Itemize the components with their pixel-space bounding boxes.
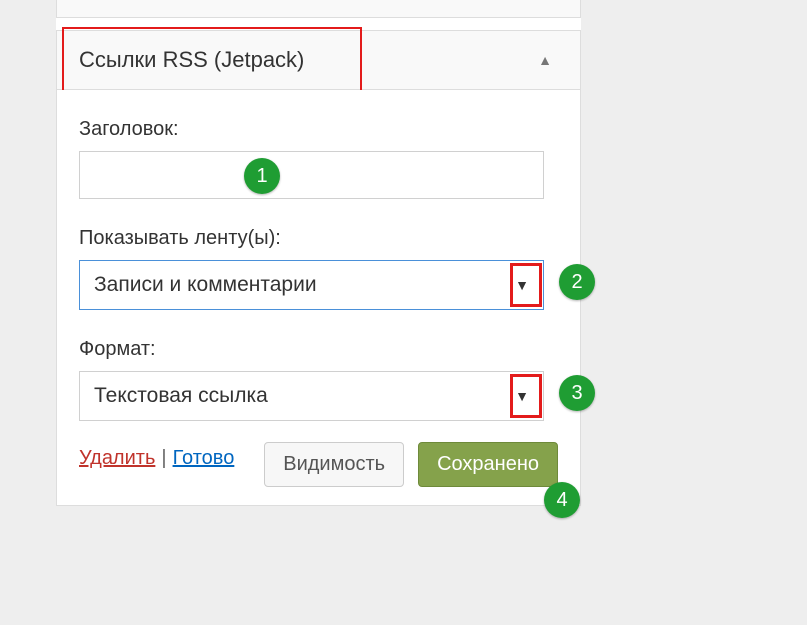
- widget-body: Заголовок: 1 Показывать ленту(ы): Записи…: [56, 90, 581, 506]
- collapse-icon[interactable]: ▲: [538, 52, 552, 68]
- title-field-group: Заголовок: 1: [79, 118, 558, 199]
- widget-header[interactable]: Ссылки RSS (Jetpack) ▲: [56, 30, 581, 90]
- chevron-down-icon: ▼: [515, 388, 529, 404]
- title-input[interactable]: [79, 151, 544, 199]
- feeds-select-value: Записи и комментарии: [94, 273, 317, 297]
- annotation-badge-2: 2: [559, 264, 595, 300]
- format-field-group: Формат: Текстовая ссылка ▼ 3: [79, 338, 558, 421]
- feeds-field-group: Показывать ленту(ы): Записи и комментари…: [79, 227, 558, 310]
- format-label: Формат:: [79, 338, 558, 361]
- feeds-select[interactable]: Записи и комментарии ▼: [79, 260, 544, 310]
- format-select[interactable]: Текстовая ссылка ▼: [79, 371, 544, 421]
- saved-button[interactable]: Сохранено: [418, 442, 558, 487]
- format-select-value: Текстовая ссылка: [94, 384, 268, 408]
- annotation-badge-4: 4: [544, 482, 580, 518]
- previous-widget-edge: [56, 0, 581, 18]
- annotation-badge-1: 1: [244, 158, 280, 194]
- feeds-label: Показывать ленту(ы):: [79, 227, 558, 250]
- title-label: Заголовок:: [79, 118, 558, 141]
- rss-links-widget: Ссылки RSS (Jetpack) ▲ Заголовок: 1 Пока…: [56, 0, 581, 506]
- annotation-badge-3: 3: [559, 375, 595, 411]
- chevron-down-icon: ▼: [515, 277, 529, 293]
- widget-title: Ссылки RSS (Jetpack): [79, 47, 304, 73]
- widget-button-row: Видимость Сохранено 4: [79, 442, 558, 487]
- visibility-button[interactable]: Видимость: [264, 442, 404, 487]
